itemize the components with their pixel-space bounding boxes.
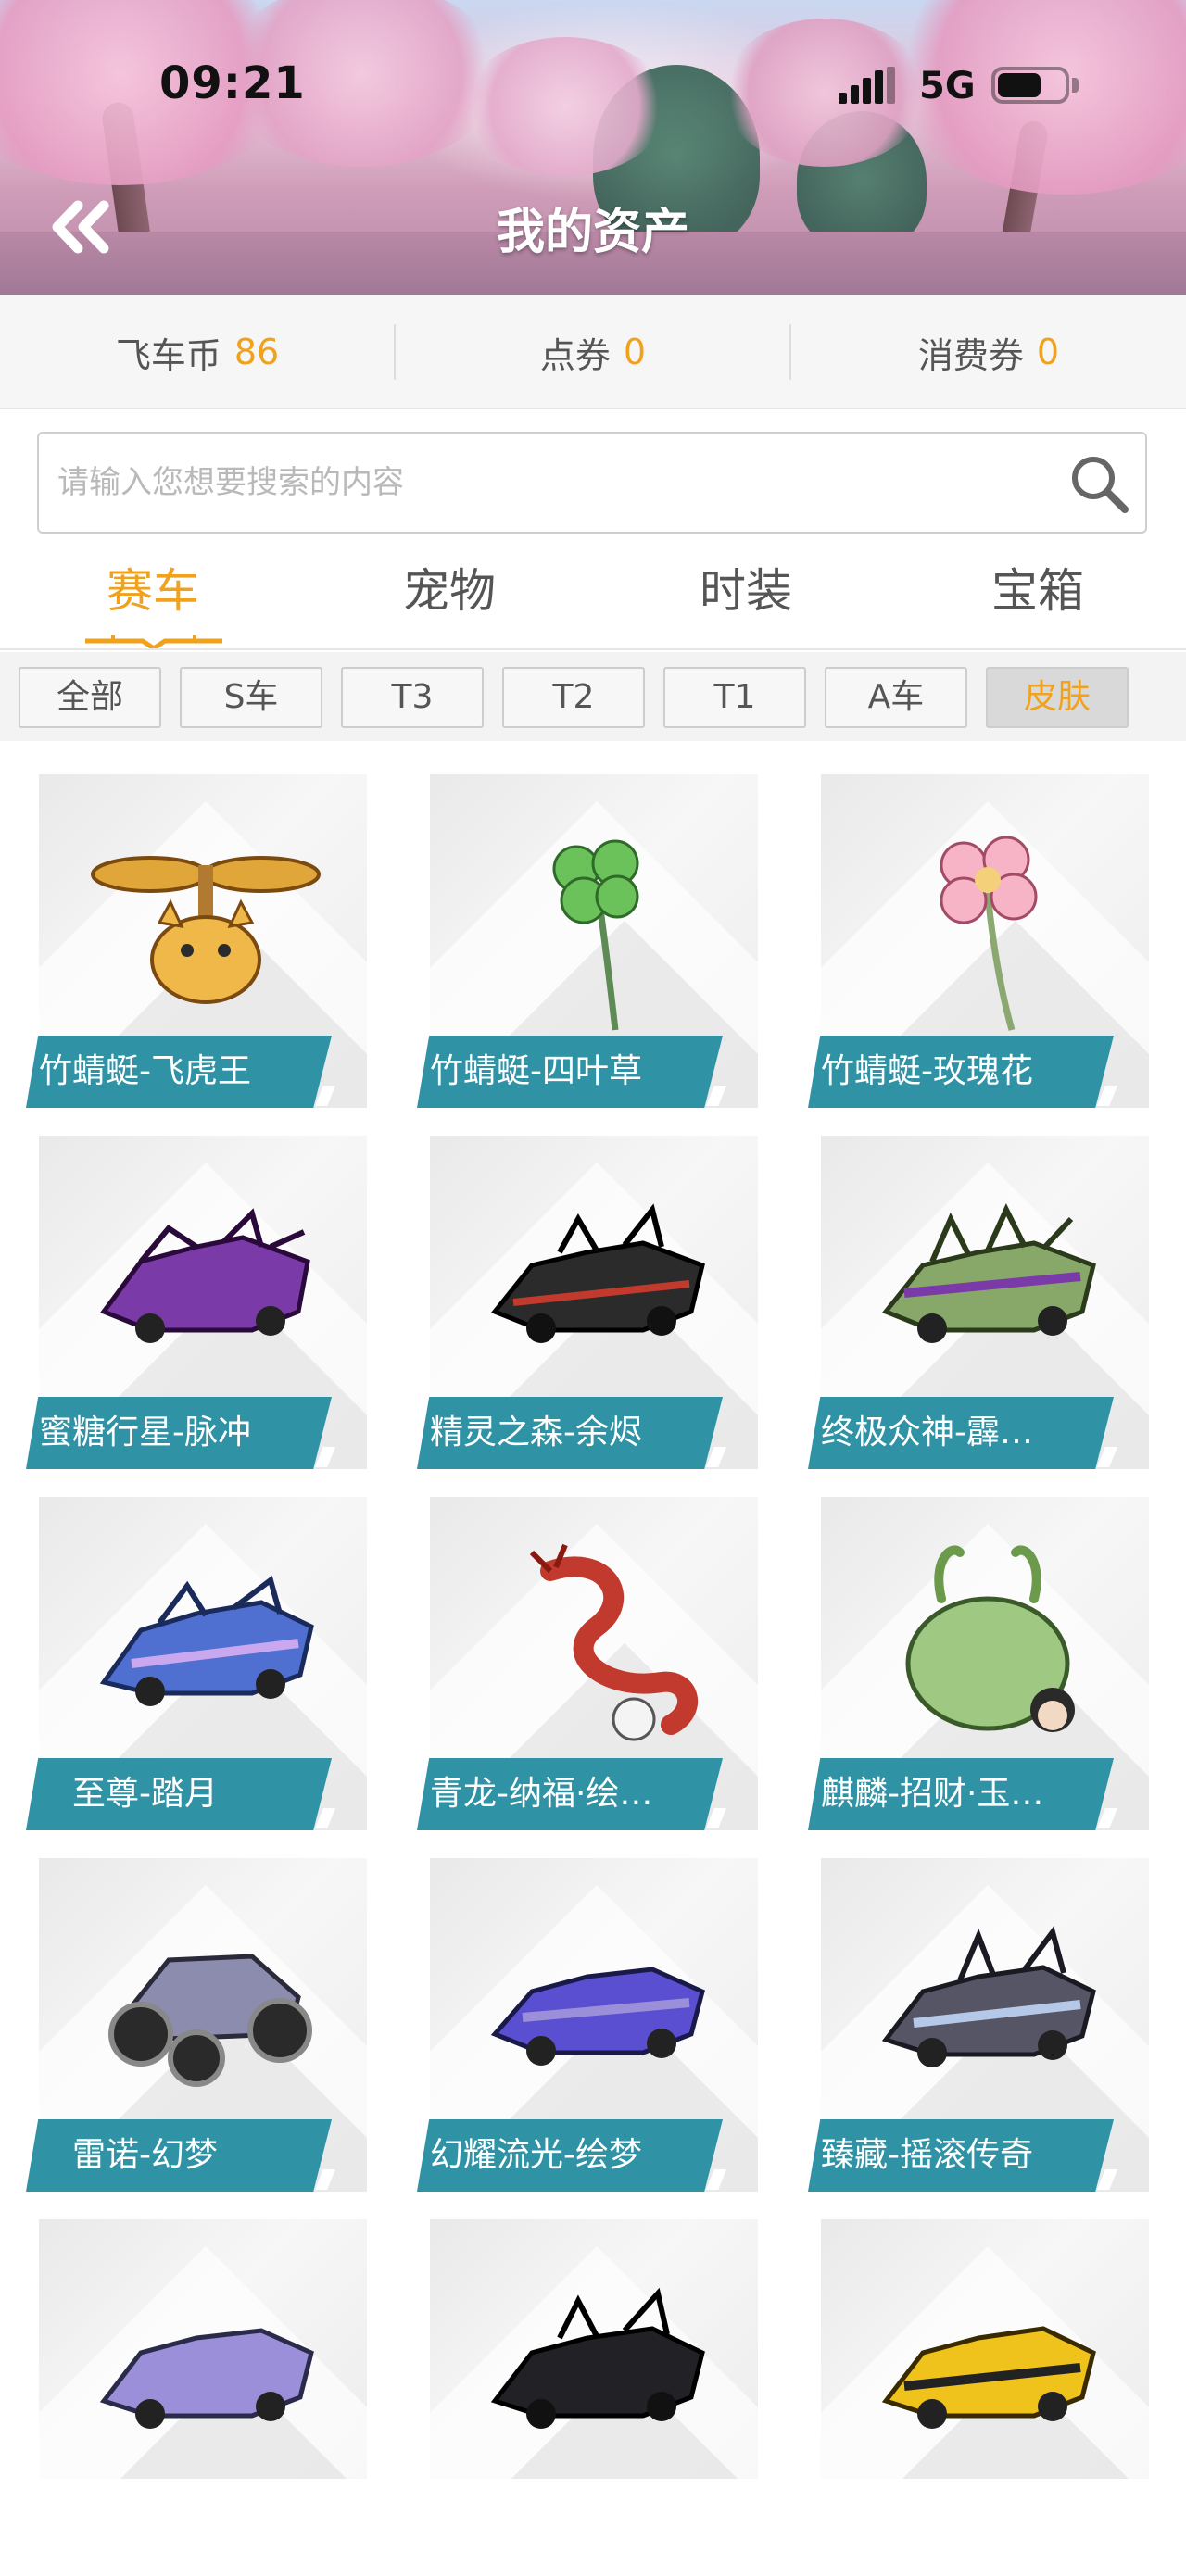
battery-icon [991, 67, 1069, 104]
item-card[interactable]: 竹蜻蜓-玫瑰花 [808, 774, 1151, 1117]
currency-points: 点券 0 [396, 295, 790, 409]
item-name: 竹蜻蜓-飞虎王 [26, 1036, 332, 1108]
page-title: 我的资产 [496, 205, 689, 260]
tab-pets[interactable]: 宠物 [301, 547, 598, 648]
item-card[interactable]: 精灵之森-余烬 [417, 1136, 760, 1478]
item-card[interactable]: 幻耀流光-绘梦 [417, 1858, 760, 2201]
item-card[interactable]: 至尊-踏月 [26, 1497, 369, 1840]
item-name: 精灵之森-余烬 [417, 1397, 723, 1469]
active-tab-indicator [85, 635, 222, 648]
tab-racing-cars[interactable]: 赛车 [5, 547, 301, 648]
currency-value: 0 [623, 332, 647, 372]
buggy-icon [108, 1954, 312, 2087]
item-name: 竹蜻蜓-玫瑰花 [808, 1036, 1114, 1108]
kart-icon [99, 2328, 314, 2429]
kart-icon [100, 1208, 310, 1343]
filter-a-car[interactable]: A车 [825, 667, 967, 728]
currency-value: 86 [233, 332, 280, 372]
item-name: 雷诺-幻梦 [26, 2119, 332, 2192]
status-time: 09:21 [159, 57, 306, 109]
clover-icon [552, 839, 639, 1031]
filter-t2[interactable]: T2 [502, 667, 645, 728]
kart-icon [490, 1967, 705, 2066]
kart-icon [99, 1575, 314, 1706]
filter-t3[interactable]: T3 [341, 667, 484, 728]
currency-value: 0 [1036, 332, 1060, 372]
tab-outfits[interactable]: 时装 [598, 547, 894, 648]
item-name: 青龙-纳福·绘… [417, 1758, 723, 1830]
search-icon [1072, 457, 1129, 513]
main-tabs: 赛车 宠物 时装 宝箱 [0, 547, 1186, 650]
item-card[interactable]: 雷诺-幻梦 [26, 1858, 369, 2201]
search-button[interactable] [1066, 450, 1132, 517]
kart-icon [881, 1926, 1096, 2067]
dragon-icon [529, 1543, 699, 1741]
item-card[interactable]: 臻藏-摇滚传奇 [808, 1858, 1151, 2201]
filter-all[interactable]: 全部 [19, 667, 161, 728]
flower-icon [940, 836, 1038, 1031]
kart-icon [881, 1203, 1096, 1343]
network-label: 5G [919, 65, 976, 107]
currency-label: 消费券 [917, 334, 1024, 376]
item-name: 竹蜻蜓-四叶草 [417, 1036, 723, 1108]
cat-propeller-icon [91, 856, 321, 1004]
kart-icon [881, 2326, 1096, 2429]
search-input[interactable] [57, 434, 1021, 532]
filter-skins[interactable]: 皮肤 [986, 667, 1129, 728]
item-name: 蜜糖行星-脉冲 [26, 1397, 332, 1469]
filter-t1[interactable]: T1 [663, 667, 806, 728]
kart-icon [490, 1203, 705, 1343]
item-name: 幻耀流光-绘梦 [417, 2119, 723, 2192]
currency-vouchers: 消费券 0 [791, 295, 1186, 409]
item-card[interactable]: 竹蜻蜓-四叶草 [417, 774, 760, 1117]
item-card[interactable]: 竹蜻蜓-飞虎王 [26, 774, 369, 1117]
item-card[interactable]: 蜜糖行星-脉冲 [26, 1136, 369, 1478]
status-bar: 09:21 5G [0, 0, 1186, 176]
search-box [37, 432, 1147, 534]
qilin-icon [905, 1545, 1075, 1732]
currency-label: 飞车币 [115, 334, 221, 376]
filter-tabs: 全部 S车 T3 T2 T1 A车 皮肤 [0, 652, 1186, 741]
kart-icon [490, 2287, 705, 2429]
currency-bar: 飞车币 86 点券 0 消费券 0 [0, 295, 1186, 409]
item-card[interactable] [417, 2219, 760, 2562]
item-card[interactable] [808, 2219, 1151, 2562]
item-name: 麒麟-招财·玉… [808, 1758, 1114, 1830]
battery-tip [1072, 78, 1079, 93]
item-name: 终极众神-霹… [808, 1397, 1114, 1469]
item-card[interactable]: 麒麟-招财·玉… [808, 1497, 1151, 1840]
tab-chests[interactable]: 宝箱 [890, 547, 1186, 648]
item-name: 臻藏-摇滚传奇 [808, 2119, 1114, 2192]
item-name: 至尊-踏月 [26, 1758, 332, 1830]
currency-label: 点券 [539, 334, 611, 376]
item-card[interactable] [26, 2219, 369, 2562]
header-banner: 09:21 5G 我的资产 [0, 0, 1186, 295]
signal-icon [839, 67, 898, 104]
item-card[interactable]: 青龙-纳福·绘… [417, 1497, 760, 1840]
item-grid: 竹蜻蜓-飞虎王 竹蜻蜓-四叶草 竹蜻蜓-玫瑰花 蜜糖行星-脉冲 精灵之森-余烬 … [0, 741, 1186, 2576]
filter-s-car[interactable]: S车 [180, 667, 322, 728]
currency-coins: 飞车币 86 [0, 295, 395, 409]
item-card[interactable]: 终极众神-霹… [808, 1136, 1151, 1478]
